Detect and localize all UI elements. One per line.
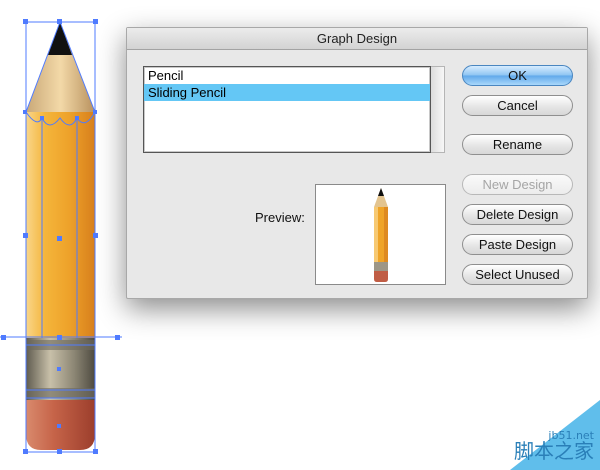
cancel-button[interactable]: Cancel bbox=[462, 95, 573, 116]
watermark-text: 脚本之家 bbox=[514, 439, 594, 463]
preview-box bbox=[315, 184, 446, 285]
pencil-artwork-selected[interactable] bbox=[0, 0, 140, 470]
select-unused-button[interactable]: Select Unused bbox=[462, 264, 573, 285]
new-design-button[interactable]: New Design bbox=[462, 174, 573, 195]
dialog-title: Graph Design bbox=[127, 28, 587, 50]
ok-button[interactable]: OK bbox=[462, 65, 573, 86]
list-item-sliding-pencil[interactable]: Sliding Pencil bbox=[144, 84, 430, 101]
design-list[interactable]: Pencil Sliding Pencil bbox=[143, 66, 431, 153]
rename-button[interactable]: Rename bbox=[462, 134, 573, 155]
delete-design-button[interactable]: Delete Design bbox=[462, 204, 573, 225]
design-list-scrollbar[interactable] bbox=[431, 66, 445, 153]
pencil-graphite-tip bbox=[48, 22, 72, 55]
preview-label: Preview: bbox=[255, 210, 305, 225]
paste-design-button[interactable]: Paste Design bbox=[462, 234, 573, 255]
graph-design-dialog: Graph Design Pencil Sliding Pencil Previ… bbox=[126, 27, 588, 299]
pencil-preview-icon bbox=[374, 188, 388, 282]
list-item-pencil[interactable]: Pencil bbox=[144, 67, 430, 84]
